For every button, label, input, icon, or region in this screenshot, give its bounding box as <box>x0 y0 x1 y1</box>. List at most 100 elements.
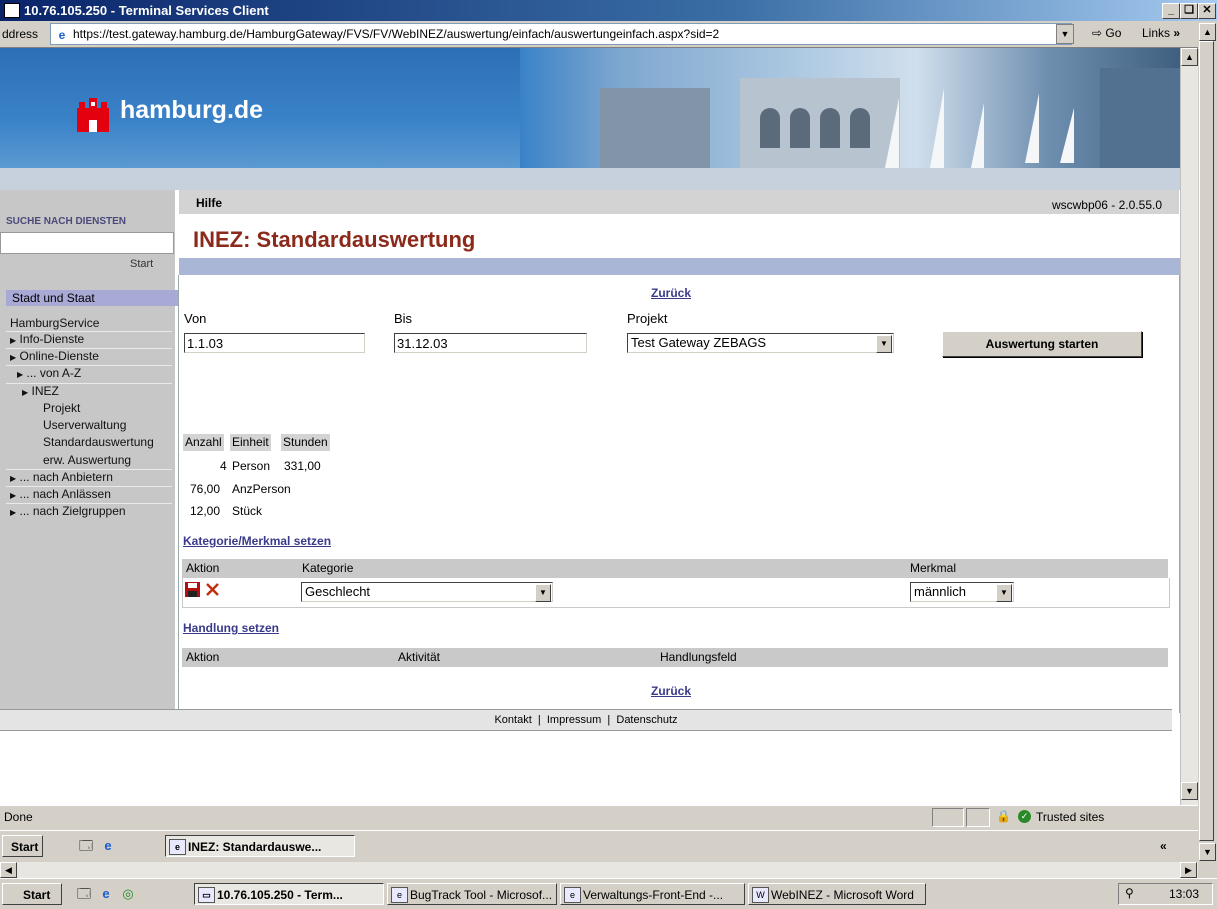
web-page: hamburg.de SUCHE NACH DIENSTEN Start Sta… <box>0 48 1180 805</box>
show-desktop-icon[interactable]: 🗔 <box>76 886 92 902</box>
go-arrow-icon: ⇨ <box>1092 26 1103 40</box>
nav-heading: Stadt und Staat <box>6 290 178 306</box>
nav-item-standardauswertung[interactable]: Standardauswertung <box>43 435 154 449</box>
ie-launch-icon[interactable]: e <box>98 886 114 902</box>
task-label: WebINEZ - Microsoft Word <box>771 888 914 902</box>
page-title: INEZ: Standardauswertung <box>193 227 476 252</box>
nav-item-inez[interactable]: ▶ INEZ <box>22 384 59 398</box>
project-select[interactable]: Test Gateway ZEBAGS ▼ <box>627 333 894 353</box>
session-scroll-down-icon[interactable]: ▼ <box>1199 843 1216 861</box>
footer-privacy-link[interactable]: Datenschutz <box>616 714 677 726</box>
triangle-right-icon: ▶ <box>10 336 17 345</box>
scroll-right-icon[interactable]: ▶ <box>1180 862 1197 878</box>
site-logo-text[interactable]: hamburg.de <box>120 96 263 125</box>
session-scrollbar[interactable]: ▲ ▼ <box>1198 21 1217 861</box>
from-label: Von <box>184 311 207 326</box>
ie-launch-icon[interactable]: e <box>100 838 116 854</box>
triangle-right-icon: ▶ <box>22 388 29 397</box>
results-header-einheit: Einheit <box>230 434 271 451</box>
local-start-button[interactable]: Start <box>2 883 62 905</box>
triangle-right-icon: ▶ <box>10 474 17 483</box>
ie-task-icon: e <box>564 887 581 903</box>
nav-item-nach-anbietern[interactable]: ▶ ... nach Anbietern <box>10 470 113 484</box>
footer-imprint-link[interactable]: Impressum <box>547 714 601 726</box>
title-divider <box>179 258 1180 275</box>
back-link-top[interactable]: Zurück <box>651 286 691 300</box>
nav-item-userverwaltung[interactable]: Userverwaltung <box>43 418 126 432</box>
nav-item-label: Online-Dienste <box>19 349 99 363</box>
results-cell-einheit: Person <box>232 459 271 473</box>
page-scrollbar[interactable]: ▲ ▼ <box>1180 48 1198 805</box>
category-select[interactable]: Geschlecht ▼ <box>301 582 553 602</box>
results-header-anzahl: Anzahl <box>183 434 224 451</box>
security-zone: Trusted sites <box>1036 810 1105 824</box>
nav-item-nach-zielgruppen[interactable]: ▶ ... nach Zielgruppen <box>10 504 126 518</box>
nav-item-von-a-z[interactable]: ▶ ... von A-Z <box>17 366 81 380</box>
nav-item-label: INEZ <box>31 384 59 398</box>
nav-item-projekt[interactable]: Projekt <box>43 401 80 415</box>
nav-item-erw-auswertung[interactable]: erw. Auswertung <box>43 453 131 467</box>
remote-task-inez[interactable]: e INEZ: Standardauswe... <box>165 835 355 857</box>
category-select-value: Geschlecht <box>305 584 371 599</box>
scroll-up-icon[interactable]: ▲ <box>1181 48 1198 66</box>
remote-task-label: INEZ: Standardauswe... <box>188 840 322 854</box>
address-dropdown-button[interactable]: ▼ <box>1056 24 1074 44</box>
links-button[interactable]: Links » <box>1142 26 1180 40</box>
go-button[interactable]: ⇨ Go <box>1092 26 1121 40</box>
show-desktop-icon[interactable]: 🗔 <box>78 838 94 854</box>
feature-select[interactable]: männlich ▼ <box>910 582 1014 602</box>
set-category-link[interactable]: Kategorie/Merkmal setzen <box>183 534 331 548</box>
chevron-left-icon[interactable]: « <box>1160 839 1167 853</box>
nav-item-hamburgservice[interactable]: HamburgService <box>10 316 99 330</box>
results-cell-einheit: AnzPerson <box>232 482 291 496</box>
set-action-link[interactable]: Handlung setzen <box>183 621 279 635</box>
session-hscrollbar[interactable]: ◀ ▶ <box>0 862 1198 878</box>
ie-task-icon: e <box>391 887 408 903</box>
task-bugtrack[interactable]: e BugTrack Tool - Microsof... <box>387 883 557 905</box>
to-date-input[interactable]: 31.12.03 <box>394 333 587 353</box>
banner-photo <box>520 48 1180 173</box>
outlook-icon[interactable]: ◎ <box>120 886 136 902</box>
task-verwaltung[interactable]: e Verwaltungs-Front-End -... <box>560 883 745 905</box>
search-start-link[interactable]: Start <box>130 258 153 270</box>
site-banner: hamburg.de <box>0 48 1180 173</box>
scroll-left-icon[interactable]: ◀ <box>0 862 17 878</box>
chevron-down-icon[interactable]: ▼ <box>996 584 1012 602</box>
action-col-field: Handlungsfeld <box>660 650 737 664</box>
local-start-label: Start <box>23 888 51 902</box>
chevron-down-icon[interactable]: ▼ <box>876 335 892 353</box>
start-evaluation-button[interactable]: Auswertung starten <box>942 331 1142 357</box>
minimize-button[interactable]: _ <box>1162 3 1180 19</box>
to-label: Bis <box>394 311 413 326</box>
task-word[interactable]: W WebINEZ - Microsoft Word <box>748 883 926 905</box>
footer-contact-link[interactable]: Kontakt <box>494 714 531 726</box>
help-link[interactable]: Hilfe <box>196 196 222 210</box>
session-scroll-thumb[interactable] <box>1199 41 1214 841</box>
remote-start-button[interactable]: Start <box>2 835 44 857</box>
delete-icon[interactable] <box>205 582 220 597</box>
triangle-right-icon: ▶ <box>10 491 17 500</box>
session-scroll-up-icon[interactable]: ▲ <box>1199 23 1216 41</box>
results-cell-stunden: 331,00 <box>284 459 321 473</box>
chevron-down-icon[interactable]: ▼ <box>535 584 551 602</box>
triangle-right-icon: ▶ <box>17 370 24 379</box>
restore-button[interactable]: ❏ <box>1180 3 1198 19</box>
nav-item-online-dienste[interactable]: ▶ Online-Dienste <box>10 349 99 363</box>
back-link-bottom[interactable]: Zurück <box>651 684 691 698</box>
results-cell-anzahl: 12,00 <box>190 504 221 518</box>
scroll-down-icon[interactable]: ▼ <box>1181 782 1198 800</box>
nav-item-nach-anlaessen[interactable]: ▶ ... nach Anlässen <box>10 487 111 501</box>
remote-taskbar: Start 🗔 e e INEZ: Standardauswe... « <box>0 830 1198 863</box>
remote-start-label: Start <box>11 840 39 854</box>
search-input[interactable] <box>0 232 174 254</box>
address-input[interactable]: e https://test.gateway.hamburg.de/Hamburg… <box>50 23 1072 45</box>
nav-item-info-dienste[interactable]: ▶ Info-Dienste <box>10 332 84 346</box>
task-terminal[interactable]: ▭ 10.76.105.250 - Term... <box>194 883 384 905</box>
window-title-bar[interactable]: 10.76.105.250 - Terminal Services Client… <box>0 0 1217 21</box>
from-date-input[interactable]: 1.1.03 <box>184 333 365 353</box>
save-icon[interactable] <box>185 582 200 597</box>
chevron-right-icon: » <box>1173 26 1181 40</box>
task-label: 10.76.105.250 - Term... <box>217 888 343 902</box>
close-button[interactable]: ✕ <box>1198 3 1216 19</box>
tray-icon[interactable]: ⚲ <box>1125 886 1134 900</box>
